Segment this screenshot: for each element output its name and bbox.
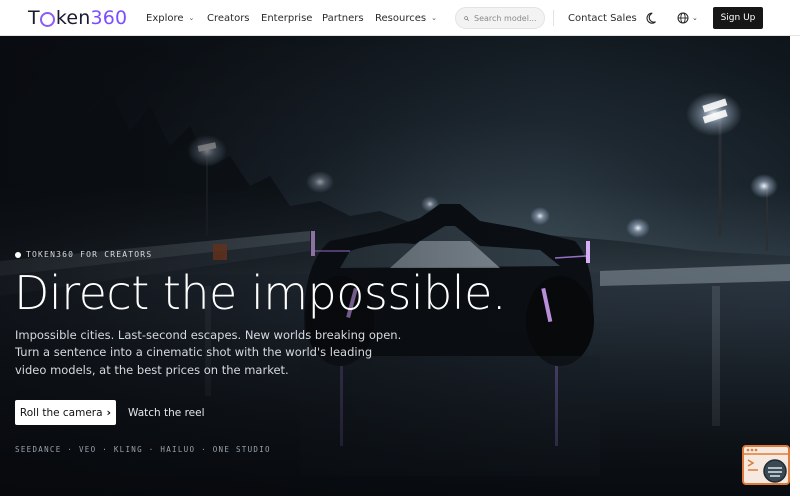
logo-ring-icon [40, 11, 56, 27]
logo-text-middle: ken [55, 7, 91, 29]
nav-partners-label: Partners [322, 12, 364, 24]
nav-resources[interactable]: Resources ⌄ [375, 0, 437, 36]
search-box[interactable] [455, 7, 545, 29]
terminal-chat-icon [742, 445, 790, 485]
nav-explore-label: Explore [146, 12, 184, 24]
search-input[interactable] [474, 13, 544, 23]
top-nav: Tken 360 Explore ⌄ Creators Enterprise Pa… [0, 0, 800, 36]
roll-the-camera-button[interactable]: Roll the camera › [15, 400, 116, 425]
hero-eyebrow-text: TOKEN360 FOR CREATORS [26, 250, 153, 259]
watch-the-reel-link[interactable]: Watch the reel [128, 400, 205, 425]
chevron-down-icon: ⌄ [692, 14, 698, 22]
supported-models-list: SEEDANCE · VEO · KLING · HAILUO · ONE ST… [15, 445, 271, 454]
nav-creators-label: Creators [207, 12, 250, 24]
chevron-down-icon: ⌄ [188, 14, 195, 22]
globe-icon [677, 12, 689, 24]
hero-headline: Direct the impossible. [14, 266, 507, 320]
language-selector[interactable]: ⌄ [677, 11, 698, 25]
nav-creators[interactable]: Creators [207, 0, 250, 36]
roll-the-camera-label: Roll the camera [19, 406, 103, 419]
nav-resources-label: Resources [375, 12, 427, 24]
logo-text-suffix: 360 [90, 7, 128, 29]
nav-enterprise[interactable]: Enterprise [261, 0, 312, 36]
search-icon [464, 15, 469, 21]
hero-section: TOKEN360 FOR CREATORS Direct the impossi… [0, 36, 790, 496]
chevron-down-icon: ⌄ [431, 14, 437, 22]
moon-icon[interactable] [646, 11, 660, 25]
logo-text-prefix: T [28, 7, 40, 29]
nav-partners[interactable]: Partners [322, 0, 364, 36]
hero-subtitle: Impossible cities. Last-second escapes. … [15, 328, 402, 377]
hero-eyebrow: TOKEN360 FOR CREATORS [15, 250, 152, 259]
status-dot-icon [15, 251, 21, 258]
page-bottom-edge [0, 496, 800, 500]
nav-divider [553, 10, 554, 26]
contact-sales-link[interactable]: Contact Sales [568, 0, 637, 36]
token360-logo[interactable]: Tken 360 [28, 6, 127, 30]
nav-enterprise-label: Enterprise [261, 12, 313, 24]
chevron-right-icon: › [106, 406, 112, 419]
page-right-edge [790, 36, 800, 500]
floating-terminal-widget[interactable] [742, 445, 790, 485]
sign-up-button[interactable]: Sign Up [713, 7, 763, 29]
nav-explore[interactable]: Explore ⌄ [146, 0, 194, 36]
